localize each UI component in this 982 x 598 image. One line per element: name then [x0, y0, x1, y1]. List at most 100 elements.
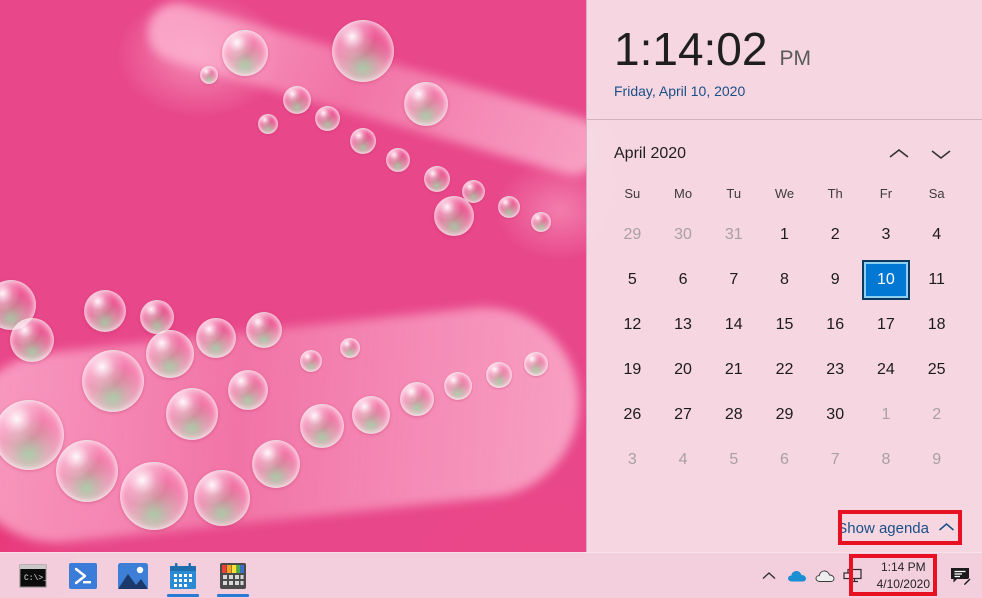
chevron-up-icon[interactable] [755, 553, 783, 598]
calendar-day[interactable]: 29 [607, 212, 658, 257]
calendar-day[interactable]: 30 [658, 212, 709, 257]
cloud-blue-icon[interactable] [783, 553, 811, 598]
calendar-day[interactable]: 13 [658, 302, 709, 347]
water-droplet [386, 148, 410, 172]
calendar-day[interactable]: 4 [911, 212, 962, 257]
water-droplet [82, 350, 144, 412]
calendar-day[interactable]: 3 [861, 212, 912, 257]
calendar-day[interactable]: 15 [759, 302, 810, 347]
chevron-up-icon [938, 520, 955, 537]
taskbar-clock-date: 4/10/2020 [877, 576, 930, 592]
water-droplet [222, 30, 268, 76]
water-droplet [246, 312, 282, 348]
water-droplet [486, 362, 512, 388]
calendar-day[interactable]: 12 [607, 302, 658, 347]
water-droplet [400, 382, 434, 416]
water-droplet [434, 196, 474, 236]
calendar-day[interactable]: 20 [658, 347, 709, 392]
cloud-white-icon[interactable] [811, 553, 839, 598]
calendar-day[interactable]: 18 [911, 302, 962, 347]
water-droplet [350, 128, 376, 154]
day-header: Tu [708, 186, 759, 201]
calendar-month-label[interactable]: April 2020 [614, 145, 878, 163]
calendar-day[interactable]: 2 [810, 212, 861, 257]
calendar-day[interactable]: 7 [708, 257, 759, 302]
taskbar-clock[interactable]: 1:14 PM 4/10/2020 [867, 553, 940, 598]
calendar-day[interactable]: 6 [759, 437, 810, 482]
calendar-day[interactable]: 8 [759, 257, 810, 302]
water-droplet [228, 370, 268, 410]
current-time: 1:14:02 [614, 26, 767, 72]
running-indicator [167, 594, 199, 597]
time-row: 1:14:02 PM [614, 26, 982, 72]
calendar-day[interactable]: 6 [658, 257, 709, 302]
taskbar-item-calculator[interactable] [208, 553, 258, 598]
system-tray: 1:14 PM 4/10/2020 [755, 553, 982, 598]
calendar-day[interactable]: 30 [810, 392, 861, 437]
calendar-icon [169, 562, 197, 590]
calendar-day-label: 10 [862, 260, 910, 300]
calendar-grid: 2930311234567891011121314151617181920212… [607, 212, 962, 482]
calendar-day[interactable]: 23 [810, 347, 861, 392]
calendar-day[interactable]: 5 [607, 257, 658, 302]
water-droplet [146, 330, 194, 378]
calendar-day[interactable]: 19 [607, 347, 658, 392]
calendar-day[interactable]: 5 [708, 437, 759, 482]
calculator-icon [219, 562, 247, 590]
day-header: Th [810, 186, 861, 201]
water-droplet [340, 338, 360, 358]
water-droplet [140, 300, 174, 334]
chevron-up-icon[interactable] [878, 136, 920, 172]
water-droplet [524, 352, 548, 376]
day-header: Fr [861, 186, 912, 201]
water-droplet [56, 440, 118, 502]
network-icon[interactable] [839, 553, 867, 598]
water-droplet [258, 114, 278, 134]
calendar-day[interactable]: 11 [911, 257, 962, 302]
calendar-day[interactable]: 28 [708, 392, 759, 437]
calendar-day-selected[interactable]: 10 [861, 257, 912, 302]
calendar-day[interactable]: 4 [658, 437, 709, 482]
taskbar-item-photos[interactable] [108, 553, 158, 598]
clock-section: 1:14:02 PM Friday, April 10, 2020 [587, 0, 982, 120]
calendar-day[interactable]: 29 [759, 392, 810, 437]
water-droplet [196, 318, 236, 358]
calendar-day[interactable]: 26 [607, 392, 658, 437]
day-header: Mo [658, 186, 709, 201]
calendar-day[interactable]: 2 [911, 392, 962, 437]
command-prompt-icon: C:\>_ [19, 564, 47, 588]
water-droplet [424, 166, 450, 192]
calendar-day[interactable]: 24 [861, 347, 912, 392]
day-header: We [759, 186, 810, 201]
calendar-day[interactable]: 21 [708, 347, 759, 392]
calendar-day[interactable]: 27 [658, 392, 709, 437]
calendar-day[interactable]: 16 [810, 302, 861, 347]
taskbar-item-calendar[interactable] [158, 553, 208, 598]
chevron-down-icon[interactable] [920, 136, 962, 172]
action-center-icon[interactable] [944, 553, 978, 598]
calendar-day[interactable]: 1 [759, 212, 810, 257]
water-droplet [498, 196, 520, 218]
calendar-day[interactable]: 22 [759, 347, 810, 392]
calendar-day[interactable]: 14 [708, 302, 759, 347]
calendar-day[interactable]: 17 [861, 302, 912, 347]
clock-calendar-flyout: 1:14:02 PM Friday, April 10, 2020 April … [586, 0, 982, 553]
calendar-day[interactable]: 9 [810, 257, 861, 302]
calendar-day[interactable]: 1 [861, 392, 912, 437]
calendar-day[interactable]: 8 [861, 437, 912, 482]
calendar-day[interactable]: 31 [708, 212, 759, 257]
water-droplet [444, 372, 472, 400]
calendar-day[interactable]: 3 [607, 437, 658, 482]
calendar-day[interactable]: 9 [911, 437, 962, 482]
calendar-day[interactable]: 7 [810, 437, 861, 482]
calendar-day-headers: Su Mo Tu We Th Fr Sa [607, 174, 962, 212]
taskbar-item-powershell[interactable] [58, 553, 108, 598]
water-droplet [252, 440, 300, 488]
show-agenda-button[interactable]: Show agenda [830, 516, 962, 541]
calendar-section: April 2020 Su Mo Tu We Th Fr Sa 29303112… [587, 120, 982, 504]
water-droplet [166, 388, 218, 440]
calendar-day[interactable]: 25 [911, 347, 962, 392]
svg-text:C:\>_: C:\>_ [24, 574, 47, 583]
taskbar-item-command-prompt[interactable]: C:\>_ [8, 553, 58, 598]
water-droplet [200, 66, 218, 84]
